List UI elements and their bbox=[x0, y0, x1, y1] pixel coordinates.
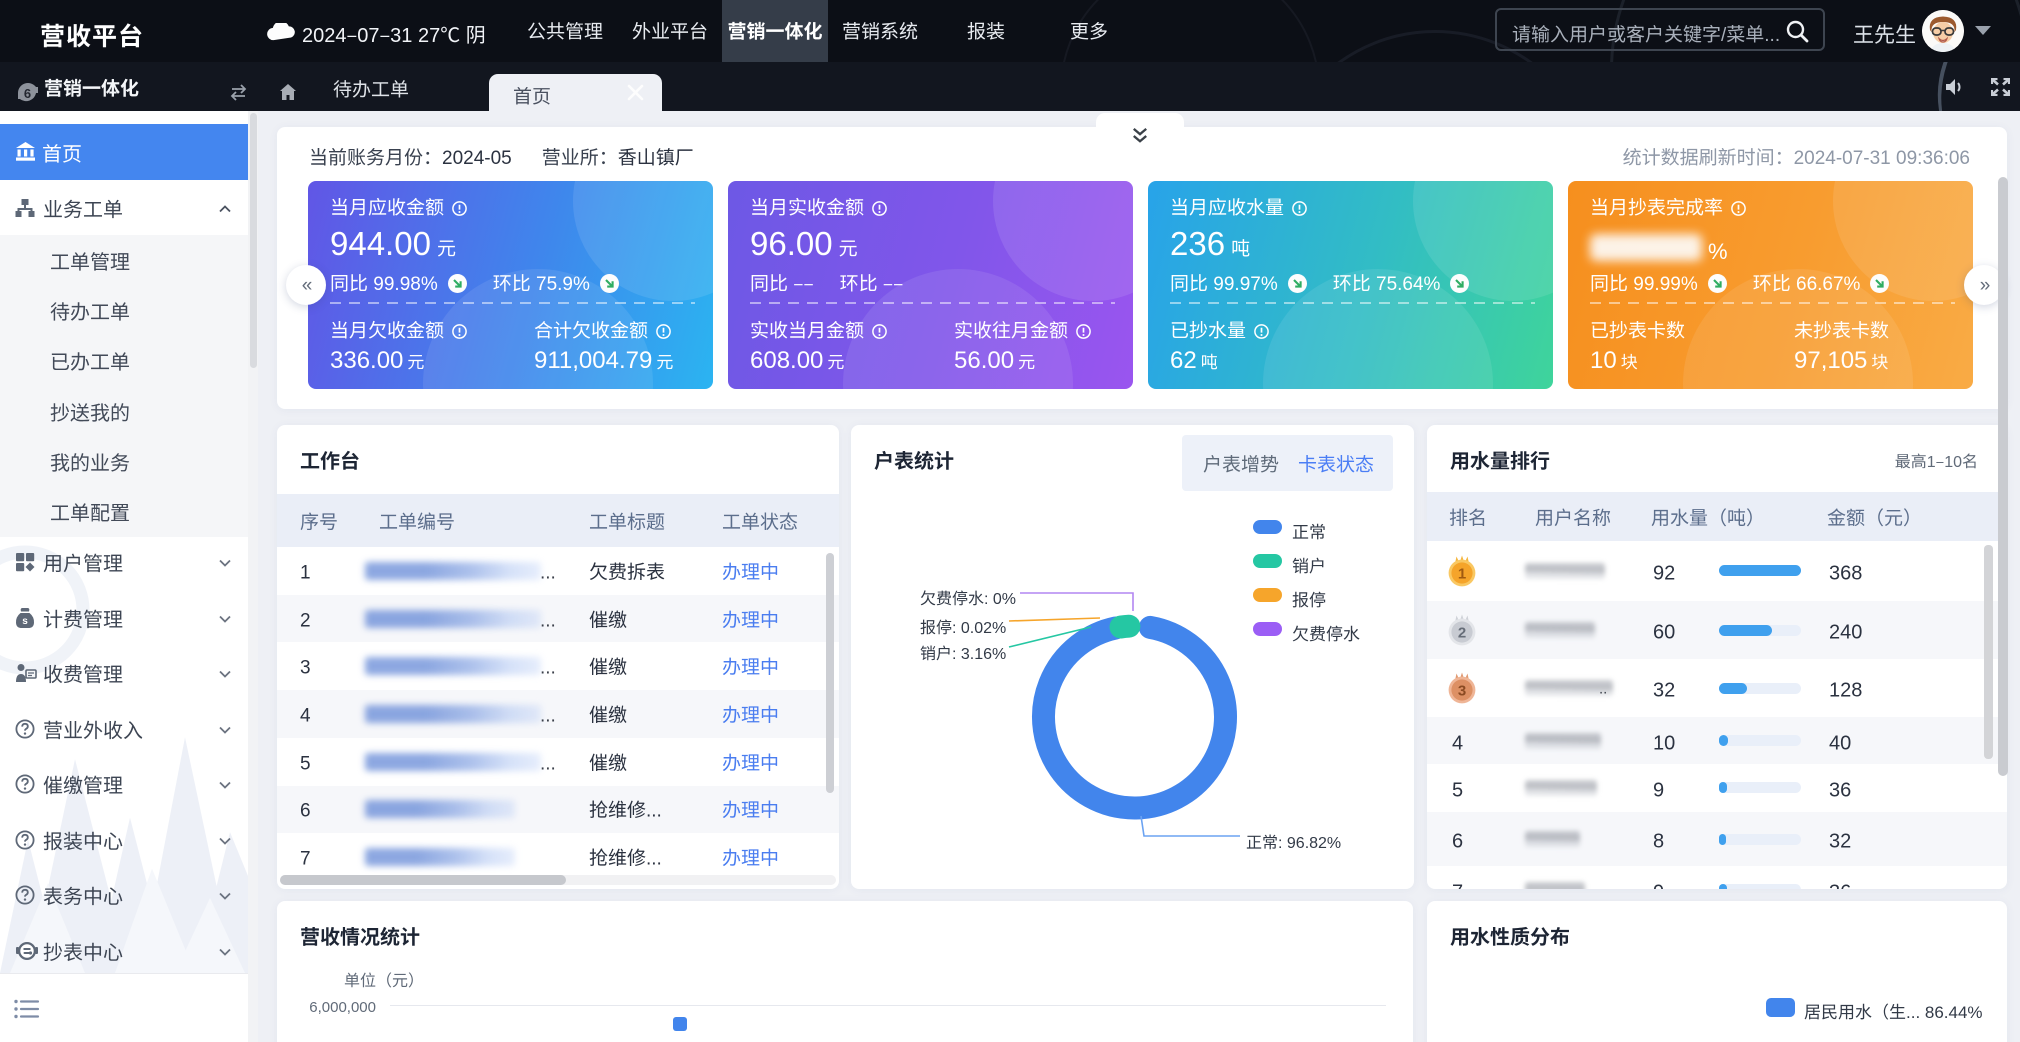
svg-text:s: s bbox=[22, 612, 28, 627]
svg-text:1: 1 bbox=[1458, 563, 1466, 584]
svg-text:2: 2 bbox=[1458, 622, 1466, 643]
svg-text:3: 3 bbox=[1458, 680, 1466, 701]
svg-text:6: 6 bbox=[24, 83, 31, 102]
